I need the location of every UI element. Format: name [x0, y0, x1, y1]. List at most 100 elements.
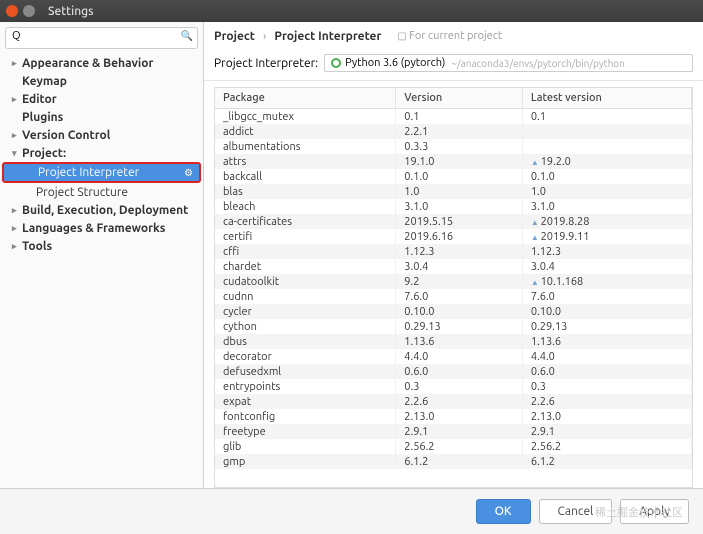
sidebar-item-appearance-behavior[interactable]: ▸Appearance & Behavior [0, 54, 203, 72]
table-row[interactable]: cython0.29.130.29.13 [215, 319, 692, 334]
minimize-icon[interactable] [23, 5, 35, 17]
latest-cell: 6.1.2 [522, 454, 691, 469]
sidebar-item-project[interactable]: ▾Project: [0, 144, 203, 162]
caret-icon: ▸ [12, 223, 22, 234]
latest-cell: 0.29.13 [522, 319, 691, 334]
apply-button[interactable]: Apply [620, 499, 689, 524]
version-cell: 19.1.0 [396, 154, 523, 169]
version-cell: 0.1 [396, 109, 523, 125]
sidebar-item-project-interpreter[interactable]: Project Interpreter ⚙ [2, 162, 201, 183]
package-cell: fontconfig [215, 409, 396, 424]
sidebar-item-label: Appearance & Behavior [22, 57, 153, 70]
package-cell: backcall [215, 169, 396, 184]
table-row[interactable]: certifi2019.6.162019.9.11 [215, 229, 692, 244]
table-row[interactable]: expat2.2.62.2.6 [215, 394, 692, 409]
table-row[interactable]: attrs19.1.019.2.0 [215, 154, 692, 169]
version-cell: 3.0.4 [396, 259, 523, 274]
sidebar-item-label: Project: [22, 147, 66, 160]
table-row[interactable]: gmp6.1.26.1.2 [215, 454, 692, 469]
sidebar-item-languages-frameworks[interactable]: ▸Languages & Frameworks [0, 219, 203, 237]
table-row[interactable]: entrypoints0.30.3 [215, 379, 692, 394]
table-row[interactable]: decorator4.4.04.4.0 [215, 349, 692, 364]
latest-cell [522, 124, 691, 139]
table-row[interactable]: defusedxml0.6.00.6.0 [215, 364, 692, 379]
column-header[interactable]: Version [396, 88, 523, 109]
dialog-footer: OK Cancel Apply [0, 488, 703, 534]
sidebar-item-tools[interactable]: ▸Tools [0, 237, 203, 255]
latest-cell: 2.13.0 [522, 409, 691, 424]
table-row[interactable]: cudnn7.6.07.6.0 [215, 289, 692, 304]
package-cell: cython [215, 319, 396, 334]
version-cell: 1.0 [396, 184, 523, 199]
table-row[interactable]: backcall0.1.00.1.0 [215, 169, 692, 184]
gear-icon[interactable]: ⚙ [184, 167, 193, 179]
caret-icon: ▸ [12, 94, 22, 105]
column-header[interactable]: Package [215, 88, 396, 109]
sidebar-item-keymap[interactable]: Keymap [0, 72, 203, 90]
sidebar: Q ▸Appearance & BehaviorKeymap▸EditorPlu… [0, 22, 204, 488]
interpreter-select[interactable]: Python 3.6 (pytorch) ~/anaconda3/envs/py… [324, 54, 693, 72]
version-cell: 2019.6.16 [396, 229, 523, 244]
table-row[interactable]: addict2.2.1 [215, 124, 692, 139]
breadcrumb-leaf: Project Interpreter [274, 30, 381, 43]
sidebar-item-version-control[interactable]: ▸Version Control [0, 126, 203, 144]
package-cell: entrypoints [215, 379, 396, 394]
sidebar-item-plugins[interactable]: Plugins [0, 108, 203, 126]
column-header[interactable]: Latest version [522, 88, 691, 109]
table-row[interactable]: _libgcc_mutex0.10.1 [215, 109, 692, 125]
ok-button[interactable]: OK [476, 499, 531, 524]
table-row[interactable]: chardet3.0.43.0.4 [215, 259, 692, 274]
package-cell: glib [215, 439, 396, 454]
sidebar-item-label: Plugins [22, 111, 63, 124]
breadcrumb-root[interactable]: Project [214, 30, 255, 43]
package-cell: decorator [215, 349, 396, 364]
sidebar-item-label: Project Interpreter [38, 166, 139, 179]
table-row[interactable]: glib2.56.22.56.2 [215, 439, 692, 454]
table-row[interactable]: dbus1.13.61.13.6 [215, 334, 692, 349]
version-cell: 0.3.3 [396, 139, 523, 154]
package-cell: blas [215, 184, 396, 199]
sidebar-item-label: Editor [22, 93, 57, 106]
version-cell: 0.29.13 [396, 319, 523, 334]
table-row[interactable]: cudatoolkit9.210.1.168 [215, 274, 692, 289]
latest-cell: 0.3 [522, 379, 691, 394]
table-row[interactable]: freetype2.9.12.9.1 [215, 424, 692, 439]
for-current-project-label: For current project [397, 30, 502, 42]
packages-table[interactable]: PackageVersionLatest version _libgcc_mut… [214, 87, 693, 488]
table-row[interactable]: cffi1.12.31.12.3 [215, 244, 692, 259]
content-pane: Project › Project Interpreter For curren… [204, 22, 703, 488]
sidebar-item-project-structure[interactable]: Project Structure [0, 183, 203, 201]
version-cell: 0.1.0 [396, 169, 523, 184]
latest-cell: 2.56.2 [522, 439, 691, 454]
latest-cell: 0.10.0 [522, 304, 691, 319]
latest-cell: 10.1.168 [522, 274, 691, 289]
table-row[interactable]: ca-certificates2019.5.152019.8.28 [215, 214, 692, 229]
package-cell: chardet [215, 259, 396, 274]
cancel-button[interactable]: Cancel [539, 499, 613, 524]
table-row[interactable]: blas1.01.0 [215, 184, 692, 199]
sidebar-item-label: Build, Execution, Deployment [22, 204, 188, 217]
chevron-right-icon: › [263, 30, 266, 43]
caret-icon: ▸ [12, 130, 22, 141]
table-row[interactable]: fontconfig2.13.02.13.0 [215, 409, 692, 424]
sidebar-item-build-execution-deployment[interactable]: ▸Build, Execution, Deployment [0, 201, 203, 219]
latest-cell: 1.0 [522, 184, 691, 199]
sidebar-item-editor[interactable]: ▸Editor [0, 90, 203, 108]
titlebar: Settings [0, 0, 703, 22]
latest-cell: 2.2.6 [522, 394, 691, 409]
search-input[interactable]: Q [5, 27, 198, 49]
close-icon[interactable] [6, 5, 18, 17]
latest-cell: 0.1.0 [522, 169, 691, 184]
latest-cell: 1.12.3 [522, 244, 691, 259]
version-cell: 2019.5.15 [396, 214, 523, 229]
python-icon [331, 58, 341, 68]
table-row[interactable]: albumentations0.3.3 [215, 139, 692, 154]
version-cell: 9.2 [396, 274, 523, 289]
table-row[interactable]: bleach3.1.03.1.0 [215, 199, 692, 214]
latest-cell: 1.13.6 [522, 334, 691, 349]
latest-cell: 2019.9.11 [522, 229, 691, 244]
package-cell: albumentations [215, 139, 396, 154]
sidebar-item-label: Keymap [22, 75, 67, 88]
sidebar-item-label: Version Control [22, 129, 110, 142]
table-row[interactable]: cycler0.10.00.10.0 [215, 304, 692, 319]
